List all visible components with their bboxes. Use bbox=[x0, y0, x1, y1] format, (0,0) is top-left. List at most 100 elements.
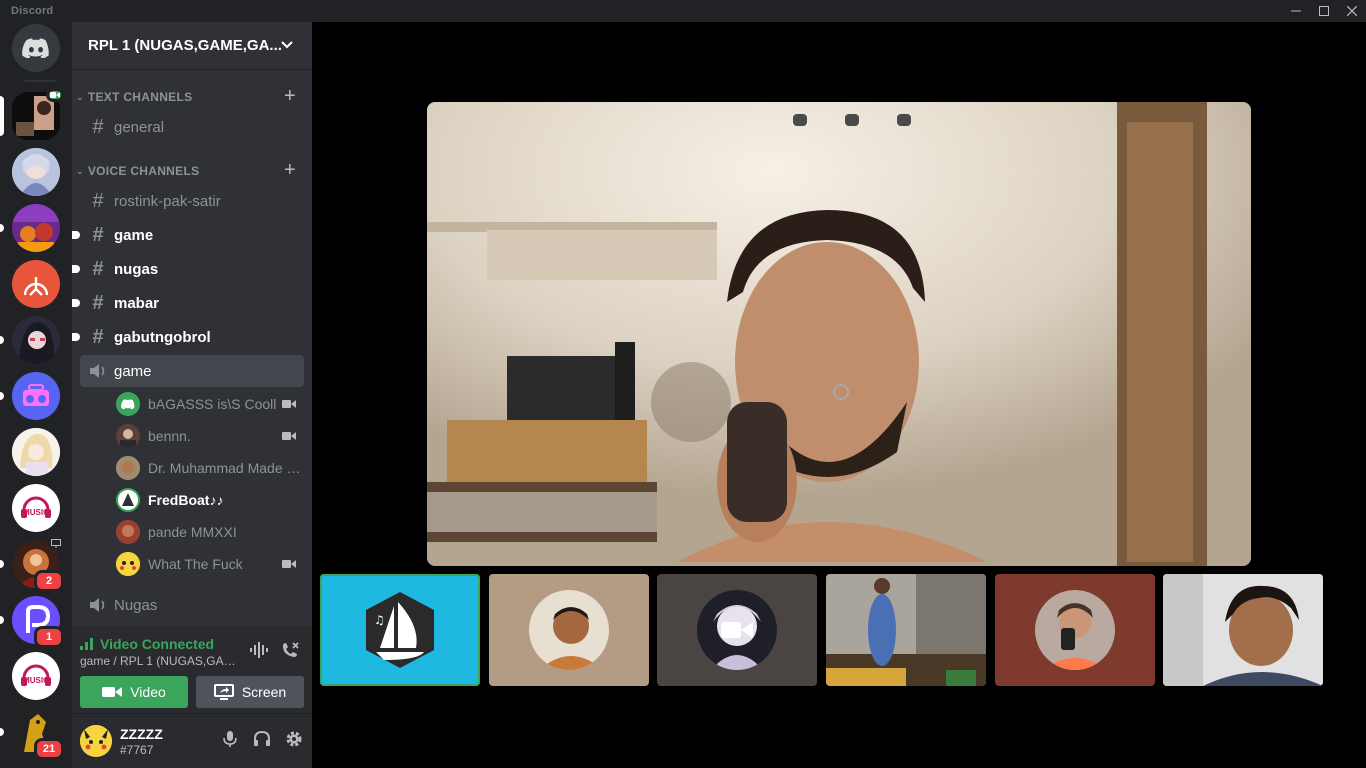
monitor-icon bbox=[51, 538, 61, 548]
svg-text:MUSIC: MUSIC bbox=[23, 676, 49, 685]
server-icon-8[interactable]: MUSIC bbox=[12, 484, 60, 532]
voice-user[interactable]: bennn. bbox=[116, 420, 304, 452]
category-voice-channels[interactable]: ⌄ VOICE CHANNELS + bbox=[72, 159, 312, 182]
participant-tile-4[interactable] bbox=[826, 574, 986, 686]
server-icon-2[interactable] bbox=[12, 148, 60, 196]
user-panel: ZZZZZ #7767 bbox=[72, 714, 312, 768]
boombox-icon bbox=[23, 384, 49, 406]
category-text-channels[interactable]: ⌄ TEXT CHANNELS + bbox=[72, 85, 312, 108]
channel-nugas[interactable]: # nugas bbox=[72, 253, 304, 285]
unread-dot bbox=[72, 265, 80, 273]
voice-channel-nugas[interactable]: Nugas bbox=[80, 589, 304, 621]
discord-window: Discord MUSIC 2 1 MUSIC 21 RPL 1 (NUGAS,… bbox=[0, 0, 1366, 768]
avatar bbox=[116, 392, 140, 416]
channel-label: nugas bbox=[114, 260, 159, 278]
hash-icon: # bbox=[92, 223, 104, 246]
channel-general[interactable]: # general bbox=[80, 111, 304, 143]
server-icon-3[interactable] bbox=[0, 204, 60, 252]
video-button-label: Video bbox=[130, 684, 166, 700]
signal-icon bbox=[80, 638, 93, 650]
unread-dot bbox=[72, 299, 80, 307]
category-label: VOICE CHANNELS bbox=[87, 164, 200, 178]
participant-tile-3[interactable] bbox=[657, 574, 817, 686]
minimize-button[interactable] bbox=[1282, 0, 1310, 22]
avatar bbox=[529, 590, 609, 670]
participant-tile-fredboat[interactable]: ♫ bbox=[320, 574, 480, 686]
server-icon-5[interactable] bbox=[0, 316, 60, 364]
server-icon-1[interactable] bbox=[0, 88, 64, 140]
category-label: TEXT CHANNELS bbox=[87, 90, 193, 104]
channel-game-text[interactable]: # game bbox=[72, 219, 304, 251]
server-icon-11[interactable]: MUSIC bbox=[12, 652, 60, 700]
add-channel-icon[interactable]: + bbox=[284, 159, 296, 182]
video-camera-icon bbox=[282, 560, 296, 568]
microphone-icon[interactable] bbox=[220, 729, 240, 749]
title-bar: Discord bbox=[0, 0, 1366, 22]
server-avatar-2 bbox=[12, 148, 60, 196]
participant-tile-6[interactable] bbox=[1163, 574, 1323, 686]
avatar bbox=[116, 520, 140, 544]
voice-user-name: FredBoat♪♪ bbox=[148, 492, 224, 508]
close-button[interactable] bbox=[1338, 0, 1366, 22]
voice-user[interactable]: bAGASSS is\S Cooll bbox=[116, 388, 304, 420]
server-icon-6[interactable] bbox=[0, 372, 60, 420]
server-avatar-3 bbox=[12, 204, 60, 252]
channel-sidebar: RPL 1 (NUGAS,GAME,GA... ⌄ TEXT CHANNELS … bbox=[72, 22, 312, 768]
minimize-icon bbox=[1291, 10, 1301, 12]
channel-rostink-pak-satir[interactable]: # rostink-pak-satir bbox=[80, 185, 304, 217]
video-status-badge bbox=[46, 88, 64, 102]
server-icon-7[interactable] bbox=[12, 428, 60, 476]
voice-user[interactable]: FredBoat♪♪ bbox=[116, 484, 304, 516]
screen-button-label: Screen bbox=[241, 684, 287, 700]
channel-mabar[interactable]: # mabar bbox=[72, 287, 304, 319]
hash-icon: # bbox=[92, 257, 104, 280]
server-icon-10[interactable]: 1 bbox=[0, 596, 64, 648]
avatar bbox=[116, 456, 140, 480]
guild-header[interactable]: RPL 1 (NUGAS,GAME,GA... bbox=[72, 22, 312, 70]
voice-user-name: What The Fuck bbox=[148, 556, 243, 572]
channel-label: mabar bbox=[114, 294, 160, 312]
video-camera-icon bbox=[282, 432, 296, 440]
voice-status-subtitle[interactable]: game / RPL 1 (NUGAS,GAM... bbox=[80, 654, 240, 668]
unread-indicator bbox=[0, 392, 4, 400]
hash-icon: # bbox=[92, 189, 104, 212]
disconnect-icon[interactable] bbox=[280, 640, 300, 660]
unread-dot bbox=[72, 231, 80, 239]
maximize-button[interactable] bbox=[1310, 0, 1338, 22]
add-channel-icon[interactable]: + bbox=[284, 85, 296, 108]
avatar[interactable] bbox=[80, 725, 112, 757]
settings-gear-icon[interactable] bbox=[284, 729, 304, 749]
user-tag: #7767 bbox=[120, 743, 154, 757]
voice-user-name: pande MMXXI bbox=[148, 524, 237, 540]
voice-channel-game[interactable]: game bbox=[80, 355, 304, 387]
home-button[interactable] bbox=[12, 24, 60, 72]
server-icon-4[interactable] bbox=[12, 260, 60, 308]
voice-user[interactable]: pande MMXXI bbox=[116, 516, 304, 548]
headphones-icon[interactable] bbox=[252, 729, 272, 749]
server-icon-12[interactable]: 21 bbox=[0, 708, 64, 760]
voice-connected-status[interactable]: Video Connected bbox=[80, 636, 214, 652]
voice-user[interactable]: Dr. Muhammad Made m... bbox=[116, 452, 304, 484]
noise-suppression-icon[interactable] bbox=[248, 640, 268, 660]
video-frame bbox=[826, 574, 986, 686]
mention-badge: 21 bbox=[34, 738, 64, 760]
avatar bbox=[116, 488, 140, 512]
maximize-icon bbox=[1319, 6, 1329, 16]
close-icon bbox=[1347, 6, 1357, 16]
server-icon-9[interactable]: 2 bbox=[0, 536, 64, 592]
channel-label: game bbox=[114, 226, 154, 244]
video-button[interactable]: Video bbox=[80, 676, 188, 708]
username: ZZZZZ bbox=[120, 726, 163, 742]
participant-tile-5[interactable] bbox=[995, 574, 1155, 686]
discord-logo-icon bbox=[22, 38, 49, 58]
video-camera-icon bbox=[50, 92, 60, 98]
rail-separator bbox=[24, 80, 56, 82]
server-avatar-5 bbox=[12, 316, 60, 364]
video-frame bbox=[1163, 574, 1323, 686]
participant-tile-2[interactable] bbox=[489, 574, 649, 686]
voice-user[interactable]: What The Fuck bbox=[116, 548, 304, 580]
hash-icon: # bbox=[92, 291, 104, 314]
focused-video[interactable] bbox=[427, 102, 1251, 566]
screen-share-button[interactable]: Screen bbox=[196, 676, 304, 708]
channel-gabutngobrol[interactable]: # gabutngobrol bbox=[72, 321, 304, 353]
